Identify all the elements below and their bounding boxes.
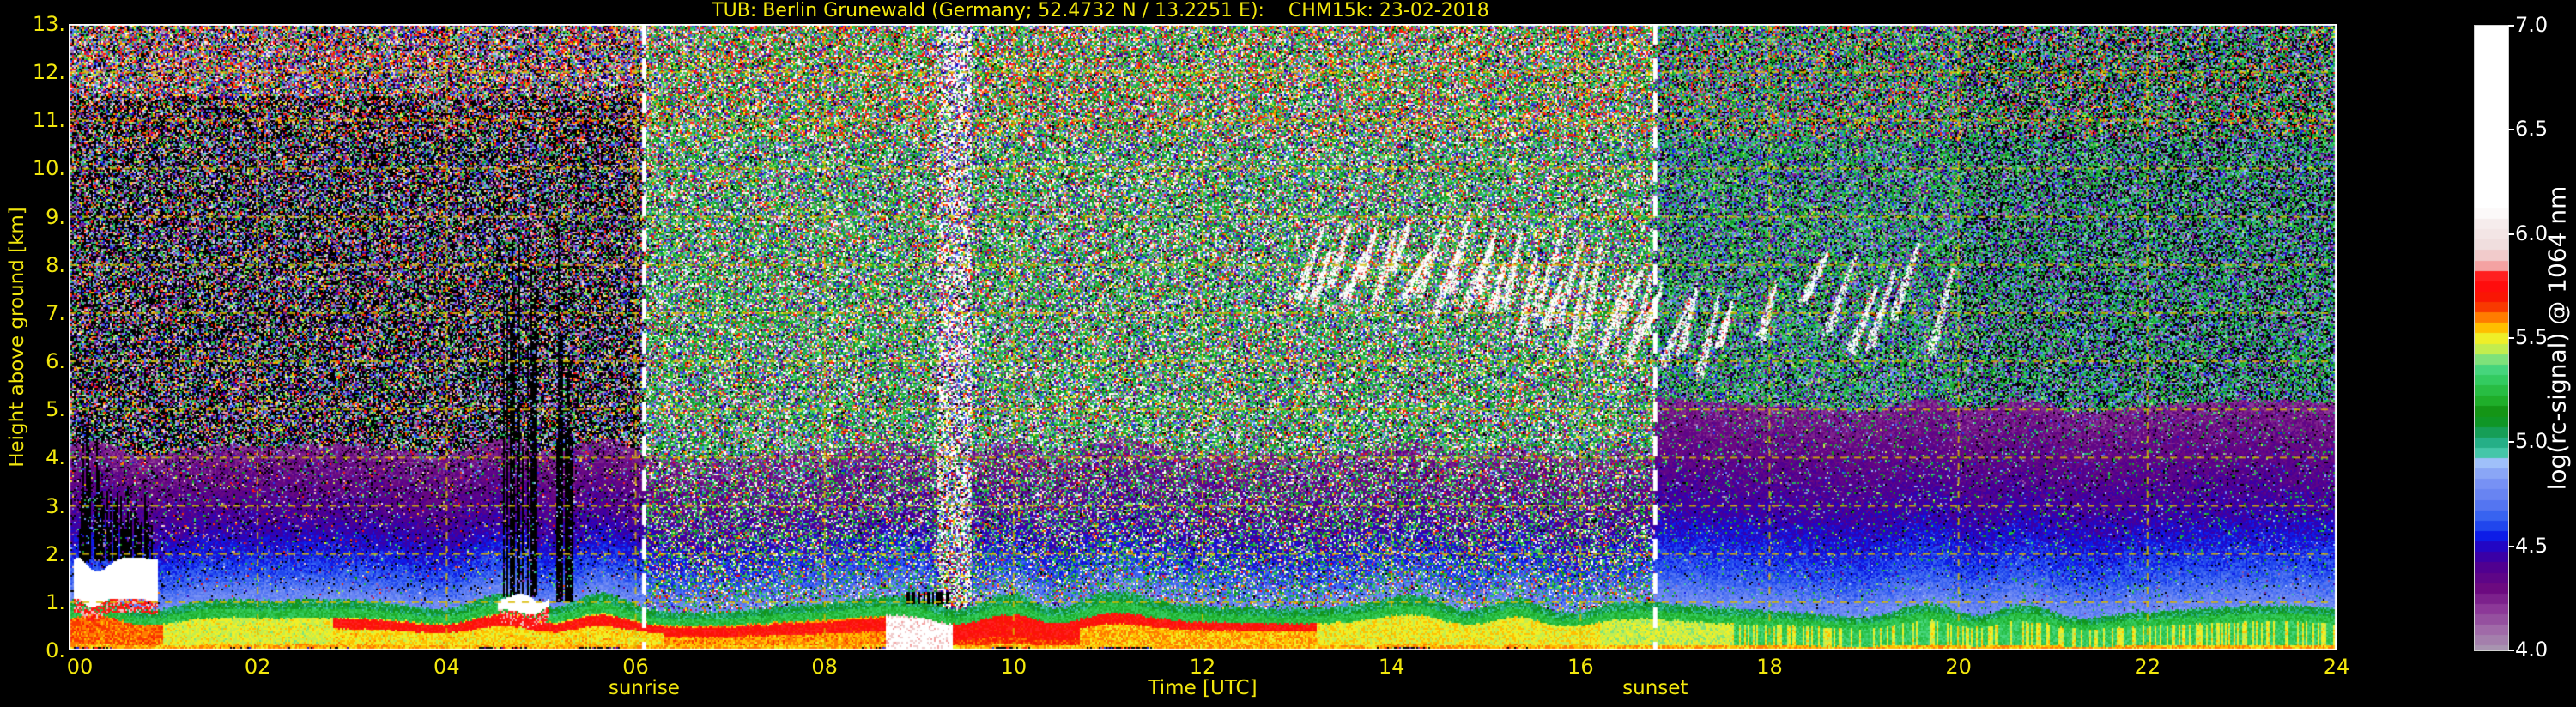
- x-tick-label: 00: [41, 656, 118, 678]
- sunrise-label: sunrise: [609, 677, 680, 699]
- x-axis-label: Time [UTC]: [1148, 677, 1257, 699]
- y-tick-label: 3.: [0, 495, 65, 517]
- colorbar-tick-mark: [2508, 25, 2514, 27]
- x-tick-label: 06: [597, 656, 675, 678]
- x-tick-label: 10: [975, 656, 1052, 678]
- x-tick-label: 24: [2298, 656, 2375, 678]
- page-title: TUB: Berlin Grunewald (Germany; 52.4732 …: [712, 0, 1489, 22]
- y-tick-label: 5.: [0, 398, 65, 420]
- colorbar-tick-mark: [2508, 337, 2514, 339]
- y-tick-label: 13.: [0, 13, 65, 35]
- y-tick-label: 7.: [0, 302, 65, 324]
- x-tick-label: 02: [219, 656, 296, 678]
- colorbar-tick-mark: [2508, 650, 2514, 651]
- y-tick-label: 12.: [0, 61, 65, 83]
- y-tick-label: 11.: [0, 109, 65, 131]
- y-tick-label: 1.: [0, 591, 65, 613]
- colorbar-tick-label: 4.0: [2515, 638, 2548, 661]
- colorbar-tick-label: 4.5: [2515, 535, 2548, 557]
- colorbar-tick-mark: [2508, 233, 2514, 235]
- x-tick-label: 22: [2109, 656, 2186, 678]
- colorbar-tick-mark: [2508, 546, 2514, 547]
- colorbar-label: log(rc-signal) @ 1064 nm: [2543, 186, 2572, 491]
- x-tick-label: 14: [1353, 656, 1430, 678]
- colorbar-tick-label: 6.5: [2515, 118, 2548, 140]
- x-tick-label: 18: [1731, 656, 1809, 678]
- y-tick-label: 2.: [0, 543, 65, 565]
- y-tick-label: 9.: [0, 206, 65, 228]
- y-axis-label: Height above ground [km]: [6, 207, 28, 468]
- x-tick-label: 12: [1164, 656, 1241, 678]
- y-tick-label: 4.: [0, 446, 65, 468]
- x-tick-label: 08: [786, 656, 864, 678]
- sunset-label: sunset: [1622, 677, 1688, 699]
- colorbar-tick-label: 7.0: [2515, 14, 2548, 36]
- colorbar-canvas: [2475, 26, 2508, 650]
- x-tick-label: 20: [1920, 656, 1997, 678]
- x-tick-label: 16: [1542, 656, 1619, 678]
- y-tick-label: 6.: [0, 350, 65, 372]
- colorbar-tick-mark: [2508, 441, 2514, 443]
- ceilometer-quicklook: TUB: Berlin Grunewald (Germany; 52.4732 …: [0, 0, 2576, 707]
- y-tick-label: 10.: [0, 157, 65, 179]
- x-tick-label: 04: [408, 656, 485, 678]
- colorbar-tick-mark: [2508, 129, 2514, 130]
- y-tick-label: 8.: [0, 254, 65, 276]
- lidar-heatmap-canvas: [69, 24, 2337, 650]
